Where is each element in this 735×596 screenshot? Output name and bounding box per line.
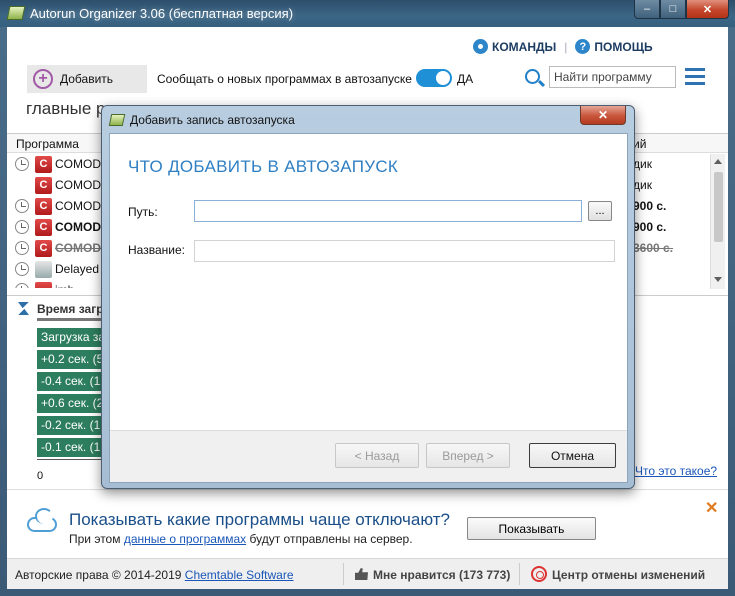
clock-icon: [15, 241, 29, 255]
dialog-heading: ЧТО ДОБАВИТЬ В АВТОЗАПУСК: [128, 157, 399, 176]
browse-button[interactable]: ...: [588, 201, 612, 221]
comodo-app-icon: C: [35, 177, 52, 194]
title-bar[interactable]: Autorun Organizer 3.06 (бесплатная верси…: [0, 0, 735, 27]
row-right-value: 900 с.: [633, 220, 667, 234]
footer-divider: [343, 563, 344, 585]
banner-text-before: При этом: [69, 532, 124, 546]
what-is-this-link[interactable]: Что это такое?: [635, 464, 717, 478]
search-icon[interactable]: [525, 69, 540, 84]
header-links: КОМАНДЫ | ? ПОМОЩЬ: [473, 39, 653, 54]
gear-icon[interactable]: [473, 39, 488, 54]
close-button[interactable]: ✕: [686, 0, 729, 19]
status-footer: Авторские права © 2014-2019 Chemtable So…: [7, 558, 728, 589]
dialog-close-button[interactable]: ✕: [580, 106, 626, 125]
company-link[interactable]: Chemtable Software: [185, 568, 294, 582]
clock-icon: [15, 262, 29, 276]
toolbar: + Добавить Сообщать о новых программах в…: [27, 65, 719, 93]
row-right-value: 3600 с.: [633, 241, 674, 255]
dialog-app-icon: [108, 114, 126, 126]
row-right-value: 900 с.: [633, 199, 667, 213]
like-button[interactable]: Мне нравится (173 773): [373, 568, 510, 582]
commands-link[interactable]: КОМАНДЫ: [492, 40, 556, 54]
notify-label: Сообщать о новых программах в автозапуск…: [157, 72, 412, 86]
toggle-value: ДА: [457, 72, 474, 86]
show-button[interactable]: Показывать: [467, 517, 596, 540]
back-button[interactable]: < Назад: [335, 443, 419, 468]
plus-icon: +: [33, 69, 53, 89]
clock-icon: [15, 199, 29, 213]
add-button[interactable]: + Добавить: [27, 65, 147, 93]
banner-title: Показывать какие программы чаще отключаю…: [69, 510, 450, 529]
banner-text: При этом данные о программах будут отпра…: [69, 532, 413, 546]
row-right-value: дик: [633, 178, 652, 192]
program-data-link[interactable]: данные о программах: [124, 532, 246, 546]
row-program-name: imh: [55, 283, 74, 288]
comodo-app-icon: C: [35, 240, 52, 257]
dialog-footer: < Назад Вперед > Отмена: [110, 430, 627, 482]
search-input[interactable]: [549, 66, 676, 88]
imh-app-icon: [35, 282, 52, 288]
footer-divider: [519, 563, 520, 585]
row-right-value: дик: [633, 157, 652, 171]
help-link[interactable]: ПОМОЩЬ: [594, 40, 652, 54]
clock-icon: [15, 283, 29, 288]
hourglass-icon: [18, 302, 29, 315]
copyright-text: Авторские права © 2014-2019: [15, 568, 185, 582]
cloud-icon: [27, 508, 57, 532]
scroll-up-arrow-icon[interactable]: [714, 159, 722, 164]
column-right[interactable]: ий: [633, 137, 646, 151]
notify-toggle[interactable]: [416, 69, 452, 87]
path-input[interactable]: [194, 200, 582, 222]
load-time-title[interactable]: Время загр: [37, 302, 104, 316]
comodo-app-icon: C: [35, 198, 52, 215]
section-tab-main[interactable]: главные р: [26, 99, 105, 119]
dialog-body: ЧТО ДОБАВИТЬ В АВТОЗАПУСК Путь: ... Назв…: [109, 133, 628, 483]
comodo-app-icon: C: [35, 156, 52, 173]
name-label: Название:: [128, 243, 185, 257]
copyright: Авторские права © 2014-2019 Chemtable So…: [15, 568, 294, 582]
clock-icon: [15, 157, 29, 171]
hamburger-menu-icon[interactable]: [685, 68, 705, 86]
app-logo-icon: [6, 6, 26, 20]
thumbs-up-icon[interactable]: [355, 568, 368, 580]
comodo-app-icon: C: [35, 219, 52, 236]
clock-icon: [15, 220, 29, 234]
next-button[interactable]: Вперед >: [426, 443, 510, 468]
banner-text-after: будут отправлены на сервер.: [246, 532, 413, 546]
path-label: Путь:: [128, 205, 158, 219]
window-title: Autorun Organizer 3.06 (бесплатная верси…: [30, 6, 294, 21]
axis-zero-label: 0: [37, 470, 44, 482]
window-app-icon: [35, 261, 52, 278]
add-button-label: Добавить: [60, 72, 114, 86]
undo-center-button[interactable]: Центр отмены изменений: [552, 568, 705, 582]
banner-close-icon[interactable]: ✕: [705, 498, 718, 518]
cancel-button[interactable]: Отмена: [529, 443, 616, 468]
undo-center-icon[interactable]: [531, 566, 547, 582]
promo-banner: Показывать какие программы чаще отключаю…: [7, 489, 728, 557]
column-program[interactable]: Программа: [16, 137, 79, 151]
header-separator: |: [564, 39, 568, 54]
list-scrollbar[interactable]: [710, 154, 725, 289]
row-program-name: Delayed: [55, 262, 100, 276]
scroll-down-arrow-icon[interactable]: [714, 277, 722, 282]
add-autorun-dialog: Добавить запись автозапуска ✕ ЧТО ДОБАВИ…: [101, 105, 635, 489]
maximize-button[interactable]: □: [660, 0, 686, 19]
scroll-thumb[interactable]: [714, 172, 723, 242]
caption-buttons: – □ ✕: [634, 0, 729, 19]
dialog-title: Добавить запись автозапуска: [130, 113, 295, 127]
minimize-button[interactable]: –: [634, 0, 660, 19]
help-icon[interactable]: ?: [575, 39, 591, 54]
name-input[interactable]: [194, 240, 615, 262]
